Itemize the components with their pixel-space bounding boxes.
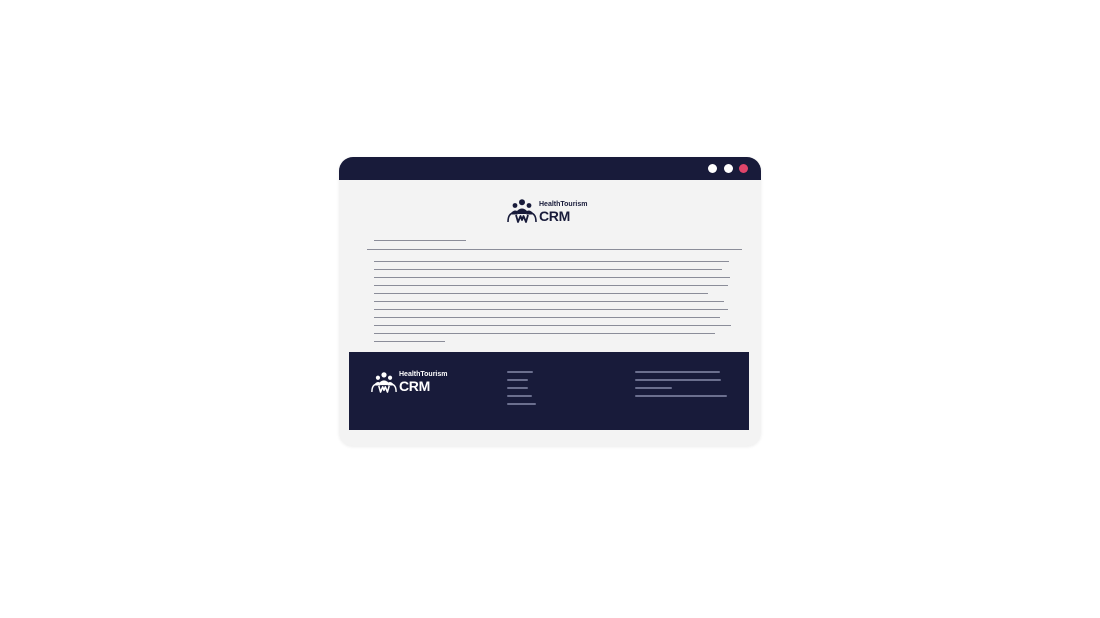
footer-logo[interactable]: HealthTourism CRM <box>371 371 448 393</box>
window-titlebar <box>339 157 761 180</box>
paragraph-line <box>374 317 720 318</box>
paragraph-line <box>374 261 729 262</box>
logo-title: CRM <box>539 208 570 224</box>
header-logo[interactable]: HealthTourism CRM <box>507 199 588 223</box>
page-footer: HealthTourism CRM <box>349 352 749 430</box>
browser-window: HealthTourism CRM HealthTourism CRM <box>339 157 761 446</box>
footer-link[interactable] <box>507 387 528 389</box>
footer-link[interactable] <box>507 395 532 397</box>
paragraph-line <box>374 293 708 294</box>
logo-subtitle: HealthTourism <box>399 371 448 378</box>
paragraph-line <box>374 341 445 342</box>
maximize-dot[interactable] <box>724 164 733 173</box>
footer-link[interactable] <box>507 379 528 381</box>
paragraph-line <box>374 309 728 310</box>
logo-subtitle: HealthTourism <box>539 201 588 208</box>
doc-divider <box>367 249 742 250</box>
paragraph-line <box>374 333 715 334</box>
paragraph-line <box>374 285 728 286</box>
footer-contact-line[interactable] <box>635 387 672 389</box>
close-dot[interactable] <box>739 164 748 173</box>
paragraph-line <box>374 325 731 326</box>
people-group-icon <box>507 199 537 223</box>
footer-contact-line[interactable] <box>635 395 727 397</box>
minimize-dot[interactable] <box>708 164 717 173</box>
doc-heading-line <box>374 240 466 241</box>
footer-link[interactable] <box>507 371 533 373</box>
paragraph-line <box>374 301 724 302</box>
paragraph-line <box>374 277 730 278</box>
footer-contact-line[interactable] <box>635 379 721 381</box>
stage: HealthTourism CRM HealthTourism CRM <box>0 0 1100 618</box>
paragraph-line <box>374 269 722 270</box>
logo-title: CRM <box>399 378 430 394</box>
people-group-icon <box>371 372 397 393</box>
footer-contact-line[interactable] <box>635 371 720 373</box>
footer-link[interactable] <box>507 403 536 405</box>
